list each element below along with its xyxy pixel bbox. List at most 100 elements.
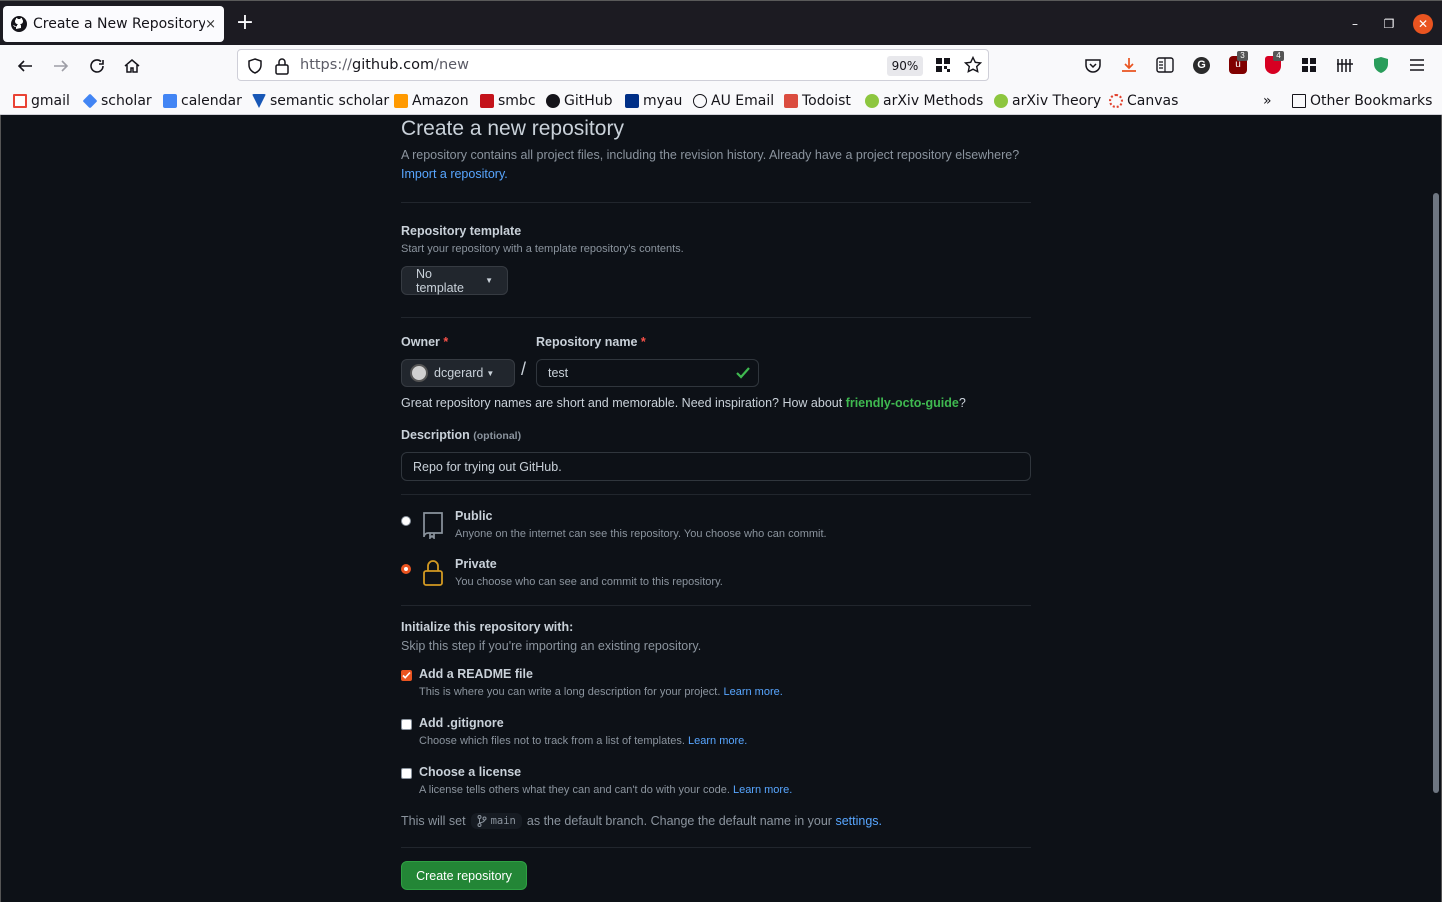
globe-icon xyxy=(693,94,707,108)
repo-name-value: test xyxy=(548,366,569,380)
description-input[interactable]: Repo for trying out GitHub. xyxy=(401,452,1031,481)
license-checkbox[interactable] xyxy=(401,768,412,779)
canvas-icon xyxy=(1109,94,1123,108)
reader-view-icon[interactable] xyxy=(1156,57,1174,73)
bookmark-scholar[interactable]: scholar xyxy=(82,91,152,111)
tab-active[interactable]: Create a New Repository × xyxy=(3,6,224,42)
bookmark-gmail[interactable]: gmail xyxy=(13,91,70,111)
init-heading: Initialize this repository with: xyxy=(401,620,574,634)
bookmark-star-icon[interactable] xyxy=(964,56,982,74)
bookmark-github[interactable]: GitHub xyxy=(546,91,613,111)
check-icon xyxy=(736,367,750,379)
checkmark-icon xyxy=(402,671,411,679)
learn-more-link[interactable]: Learn more. xyxy=(733,784,792,796)
todoist-icon xyxy=(784,94,798,108)
bookmark-todoist[interactable]: Todoist xyxy=(784,91,851,111)
default-branch-note: This will set main as the default branch… xyxy=(401,813,883,829)
forward-icon[interactable] xyxy=(49,54,73,78)
divider xyxy=(401,605,1031,606)
github-icon xyxy=(11,16,27,32)
branch-badge: main xyxy=(470,813,522,829)
bookmark-arxiv-methods[interactable]: arXiv Methods xyxy=(865,91,983,111)
bookmarks-toolbar: gmail scholar calendar semantic scholar … xyxy=(0,86,1442,115)
lock-icon[interactable] xyxy=(274,57,290,75)
settings-link[interactable]: settings. xyxy=(835,814,882,828)
bookmark-canvas[interactable]: Canvas xyxy=(1109,91,1178,111)
zoom-level[interactable]: 90% xyxy=(887,56,923,76)
bookmark-smbc[interactable]: smbc xyxy=(480,91,536,111)
home-icon[interactable] xyxy=(120,54,144,78)
public-description: Anyone on the internet can see this repo… xyxy=(455,528,827,540)
page-content: Create a new repository A repository con… xyxy=(0,115,1442,902)
bookmark-myau[interactable]: myau xyxy=(625,91,682,111)
lock-icon xyxy=(423,560,443,586)
other-bookmarks[interactable]: Other Bookmarks xyxy=(1292,91,1432,111)
grammarly-icon[interactable]: G xyxy=(1193,57,1210,74)
license-label: Choose a license xyxy=(419,765,522,779)
restore-icon[interactable]: ❐ xyxy=(1380,15,1398,33)
menu-icon[interactable] xyxy=(1409,58,1425,72)
scholar-icon xyxy=(82,93,98,109)
gitignore-checkbox[interactable] xyxy=(401,719,412,730)
tab-title: Create a New Repository xyxy=(33,16,206,32)
privacy-badge: 4 xyxy=(1273,51,1284,61)
gmail-icon xyxy=(13,94,27,108)
bookmarks-overflow-icon[interactable]: » xyxy=(1263,91,1272,111)
minimize-icon[interactable]: – xyxy=(1346,15,1364,33)
repo-name-input[interactable]: test xyxy=(536,359,759,387)
github-icon xyxy=(546,94,560,108)
readme-label: Add a README file xyxy=(419,667,533,681)
downloads-icon[interactable] xyxy=(1120,56,1138,74)
bookmark-calendar[interactable]: calendar xyxy=(163,91,242,111)
url-text: https://github.com/new xyxy=(300,57,469,73)
template-dropdown[interactable]: No template ▼ xyxy=(401,266,508,295)
repo-name-label: Repository name * xyxy=(536,335,646,349)
vpn-shield-icon[interactable] xyxy=(1373,56,1389,74)
page-title: Create a new repository xyxy=(401,117,624,140)
template-subtext: Start your repository with a template re… xyxy=(401,243,684,255)
bookmark-semantic-scholar[interactable]: semantic scholar xyxy=(252,91,389,111)
arxiv-icon xyxy=(865,94,879,108)
bookmark-amazon[interactable]: Amazon xyxy=(394,91,469,111)
repo-icon xyxy=(423,512,443,539)
qr-code-icon[interactable] xyxy=(935,57,951,73)
extensions-grid-icon[interactable] xyxy=(1301,57,1317,73)
owner-dropdown[interactable]: dcgerard ▼ xyxy=(401,359,515,387)
name-suggestion[interactable]: friendly-octo-guide xyxy=(846,396,959,410)
semantic-scholar-icon xyxy=(252,94,266,108)
scrollbar[interactable] xyxy=(1433,193,1439,793)
ublock-badge: 3 xyxy=(1237,51,1248,61)
private-radio[interactable] xyxy=(401,564,411,574)
back-icon[interactable] xyxy=(13,54,37,78)
learn-more-link[interactable]: Learn more. xyxy=(688,735,747,747)
readme-checkbox[interactable] xyxy=(401,670,412,681)
learn-more-link[interactable]: Learn more. xyxy=(723,686,782,698)
tab-close-icon[interactable]: × xyxy=(205,17,216,32)
new-tab-button[interactable]: + xyxy=(234,12,256,34)
divider xyxy=(401,317,1031,318)
library-icon[interactable] xyxy=(1336,57,1354,73)
bookmark-arxiv-theory[interactable]: arXiv Theory xyxy=(994,91,1101,111)
caret-down-icon: ▼ xyxy=(485,276,493,285)
folder-icon xyxy=(1292,94,1306,108)
bookmark-au-email[interactable]: AU Email xyxy=(693,91,774,111)
divider xyxy=(401,202,1031,203)
private-description: You choose who can see and commit to thi… xyxy=(455,576,723,588)
calendar-icon xyxy=(163,94,177,108)
import-repository-link[interactable]: Import a repository. xyxy=(401,167,508,181)
address-bar[interactable]: https://github.com/new 90% xyxy=(237,49,989,81)
init-subtext: Skip this step if you're importing an ex… xyxy=(401,639,702,653)
public-radio[interactable] xyxy=(401,516,411,526)
owner-value: dcgerard xyxy=(434,366,484,380)
browser-window: Create a New Repository × + – ❐ ✕ https:… xyxy=(0,0,1442,902)
shield-icon[interactable] xyxy=(246,57,264,75)
pocket-icon[interactable] xyxy=(1084,57,1102,75)
create-repository-button[interactable]: Create repository xyxy=(401,861,527,890)
smbc-icon xyxy=(480,94,494,108)
intro-text: A repository contains all project files,… xyxy=(401,148,1020,162)
caret-down-icon: ▼ xyxy=(486,368,495,378)
window-close-icon[interactable]: ✕ xyxy=(1413,14,1433,34)
reload-icon[interactable] xyxy=(85,54,109,78)
slash-separator: / xyxy=(521,359,527,379)
avatar xyxy=(410,364,428,382)
